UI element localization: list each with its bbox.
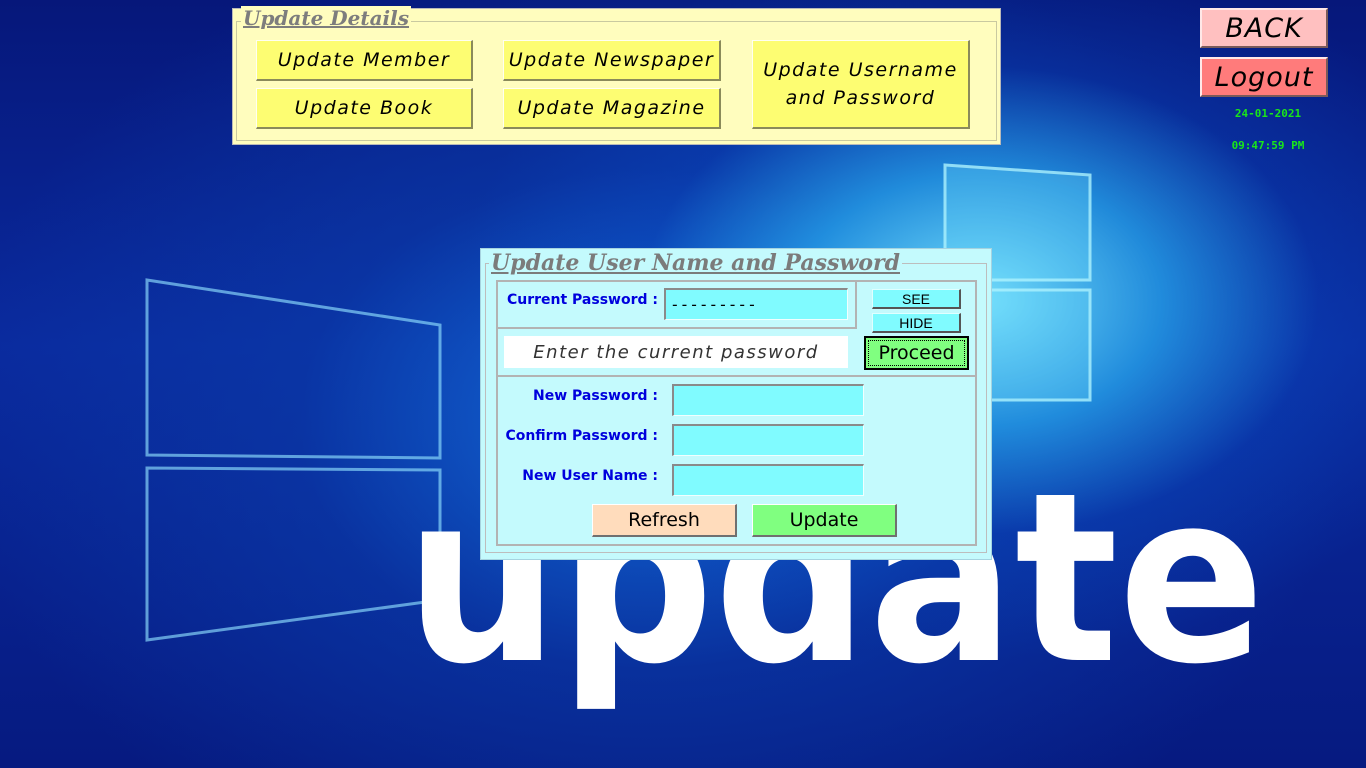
new-user-name-label: New User Name : bbox=[522, 468, 658, 484]
confirm-password-field[interactable] bbox=[672, 424, 864, 456]
update-newspaper-button[interactable]: Update Newspaper bbox=[503, 40, 721, 81]
back-button[interactable]: BACK bbox=[1200, 8, 1328, 48]
update-credentials-legend: Update User Name and Password bbox=[489, 250, 902, 276]
update-book-button[interactable]: Update Book bbox=[256, 88, 473, 129]
current-password-hint: Enter the current password bbox=[504, 336, 848, 368]
update-details-legend: Update Details bbox=[241, 6, 412, 30]
refresh-button[interactable]: Refresh bbox=[592, 504, 737, 537]
update-button[interactable]: Update bbox=[752, 504, 897, 537]
update-username-password-button[interactable]: Update Username and Password bbox=[752, 40, 970, 129]
update-magazine-button[interactable]: Update Magazine bbox=[503, 88, 721, 129]
update-username-password-line1: Update Username bbox=[763, 59, 958, 81]
logout-button[interactable]: Logout bbox=[1200, 57, 1328, 97]
date-display: 24-01-2021 bbox=[1234, 107, 1302, 120]
time-display: 09:47:59 PM bbox=[1231, 139, 1305, 152]
hide-password-button[interactable]: HIDE bbox=[872, 313, 961, 333]
new-password-field[interactable] bbox=[672, 384, 864, 416]
window-logo-left bbox=[145, 278, 442, 642]
proceed-button[interactable]: Proceed bbox=[864, 336, 969, 370]
confirm-password-label: Confirm Password : bbox=[505, 428, 658, 444]
update-member-button[interactable]: Update Member bbox=[256, 40, 473, 81]
update-username-password-line2: and Password bbox=[785, 87, 936, 109]
current-password-field[interactable]: --------- bbox=[664, 288, 848, 320]
current-password-label: Current Password : bbox=[506, 292, 658, 308]
new-password-label: New Password : bbox=[533, 388, 658, 404]
see-password-button[interactable]: SEE bbox=[872, 289, 961, 309]
new-user-name-field[interactable] bbox=[672, 464, 864, 496]
